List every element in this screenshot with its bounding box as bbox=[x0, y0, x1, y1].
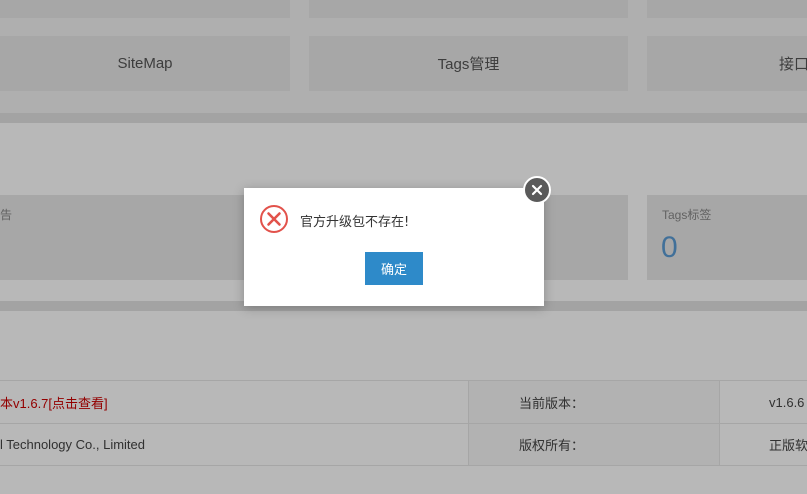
error-dialog: 官方升级包不存在! 确定 bbox=[244, 176, 551, 306]
close-icon bbox=[531, 181, 543, 200]
confirm-button[interactable]: 确定 bbox=[365, 252, 423, 285]
dialog-message: 官方升级包不存在! bbox=[300, 215, 410, 230]
close-button[interactable] bbox=[523, 176, 551, 204]
error-circle-icon bbox=[259, 204, 289, 234]
